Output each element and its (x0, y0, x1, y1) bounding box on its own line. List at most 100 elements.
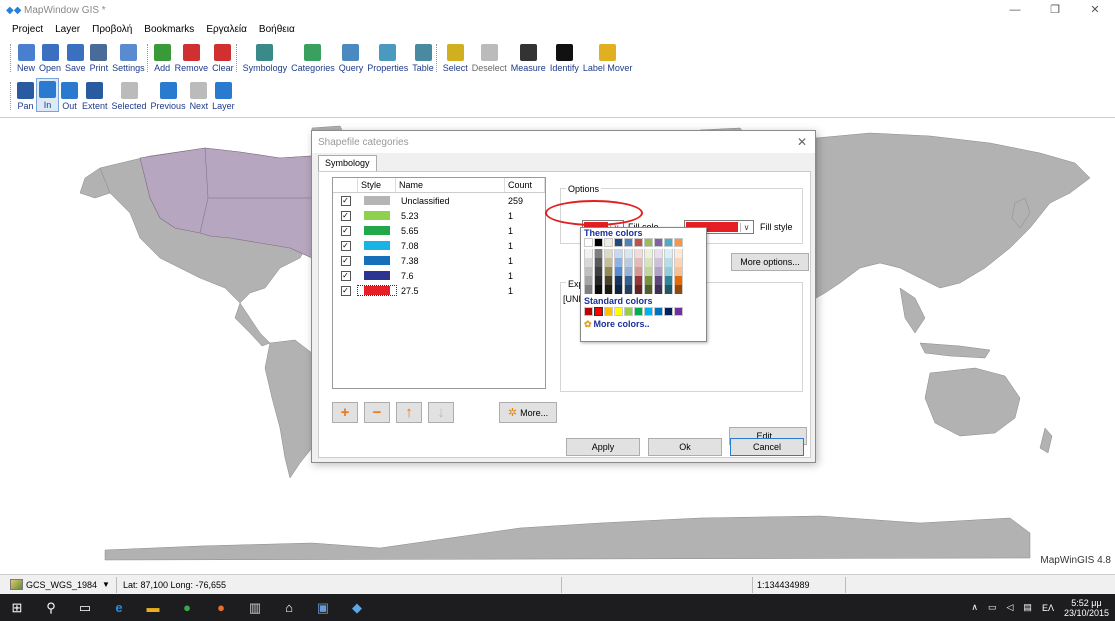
palette-color-cell[interactable] (664, 307, 673, 316)
tab-symbology[interactable]: Symbology (318, 155, 377, 172)
category-visible-checkbox[interactable]: ✓ (340, 210, 351, 221)
language-indicator[interactable]: ΕΛ (1042, 603, 1054, 613)
tb-settings-button[interactable]: Settings (110, 40, 147, 74)
palette-color-cell[interactable] (614, 258, 623, 267)
palette-color-cell[interactable] (584, 276, 593, 285)
category-row[interactable]: ✓ 27.5 1 (333, 283, 545, 298)
palette-color-cell[interactable] (604, 276, 613, 285)
category-row[interactable]: ✓ Unclassified 259 (333, 193, 545, 208)
palette-color-cell[interactable] (654, 276, 663, 285)
move-up-button[interactable]: ↑ (396, 402, 422, 423)
style-cell[interactable] (358, 271, 396, 280)
category-visible-checkbox[interactable]: ✓ (340, 285, 351, 296)
palette-color-cell[interactable] (634, 307, 643, 316)
tb-label-mover-button[interactable]: Label Mover (581, 40, 635, 74)
nav-next-button[interactable]: Next (188, 78, 211, 112)
palette-color-cell[interactable] (664, 249, 673, 258)
palette-color-cell[interactable] (584, 238, 593, 247)
notifications-icon[interactable]: ▤ (1023, 602, 1032, 613)
category-row[interactable]: ✓ 5.23 1 (333, 208, 545, 223)
palette-color-cell[interactable] (604, 238, 613, 247)
palette-color-cell[interactable] (614, 307, 623, 316)
palette-color-cell[interactable] (594, 249, 603, 258)
palette-color-cell[interactable] (614, 238, 623, 247)
nav-in-button[interactable]: In (36, 78, 59, 112)
style-cell[interactable] (357, 285, 397, 296)
projection-selector[interactable]: GCS_WGS_1984 ▼ (10, 576, 117, 593)
palette-color-cell[interactable] (624, 258, 633, 267)
category-row[interactable]: ✓ 5.65 1 (333, 223, 545, 238)
palette-color-cell[interactable] (674, 258, 683, 267)
palette-color-cell[interactable] (664, 285, 673, 294)
volume-icon[interactable]: ◁ (1007, 602, 1014, 613)
menu-view[interactable]: Προβολή (86, 24, 138, 35)
maximize-button[interactable]: ❐ (1035, 0, 1075, 21)
style-cell[interactable] (358, 226, 396, 235)
category-visible-checkbox[interactable]: ✓ (340, 255, 351, 266)
palette-color-cell[interactable] (584, 249, 593, 258)
palette-color-cell[interactable] (654, 238, 663, 247)
tb-new-button[interactable]: New (15, 40, 37, 74)
network-icon[interactable]: ▭ (988, 602, 997, 613)
clock[interactable]: 5:52 μμ 23/10/2015 (1064, 598, 1109, 618)
palette-color-cell[interactable] (644, 276, 653, 285)
palette-color-cell[interactable] (664, 258, 673, 267)
style-cell[interactable] (358, 256, 396, 265)
nav-pan-button[interactable]: Pan (15, 78, 36, 112)
toolbar-grip[interactable] (146, 44, 150, 72)
more-options-button[interactable]: More options... (731, 253, 809, 271)
palette-color-cell[interactable] (624, 285, 633, 294)
mapwindow-taskbar-icon[interactable]: ◆ (340, 594, 374, 621)
windows-start-icon[interactable]: ⊞ (0, 594, 34, 621)
dialog-close-icon[interactable]: ✕ (797, 135, 807, 149)
ok-button[interactable]: Ok (648, 438, 722, 456)
palette-color-cell[interactable] (674, 276, 683, 285)
palette-color-cell[interactable] (634, 249, 643, 258)
palette-color-cell[interactable] (644, 249, 653, 258)
move-down-button[interactable]: ↓ (428, 402, 454, 423)
palette-color-cell[interactable] (614, 267, 623, 276)
tb-save-button[interactable]: Save (63, 40, 88, 74)
close-button[interactable]: ✕ (1075, 0, 1115, 21)
category-visible-checkbox[interactable]: ✓ (340, 270, 351, 281)
palette-color-cell[interactable] (584, 258, 593, 267)
palette-color-cell[interactable] (654, 307, 663, 316)
category-row[interactable]: ✓ 7.38 1 (333, 253, 545, 268)
search-icon[interactable]: ⚲ (34, 594, 68, 621)
task-view-icon[interactable]: ▭ (68, 594, 102, 621)
palette-color-cell[interactable] (594, 276, 603, 285)
palette-color-cell[interactable] (624, 276, 633, 285)
minimize-button[interactable]: — (995, 0, 1035, 21)
tb-identify-button[interactable]: Identify (548, 40, 581, 74)
palette-color-cell[interactable] (674, 267, 683, 276)
col-header-name[interactable]: Name (396, 178, 505, 192)
palette-color-cell[interactable] (674, 285, 683, 294)
cancel-button[interactable]: Cancel (730, 438, 804, 456)
palette-color-cell[interactable] (624, 238, 633, 247)
more-button[interactable]: ✲ More... (499, 402, 557, 423)
toolbar-grip[interactable] (10, 82, 13, 110)
style-cell[interactable] (358, 211, 396, 220)
palette-color-cell[interactable] (594, 307, 603, 316)
palette-color-cell[interactable] (614, 276, 623, 285)
palette-color-cell[interactable] (594, 258, 603, 267)
tb-clear-button[interactable]: Clear (210, 40, 236, 74)
category-visible-checkbox[interactable]: ✓ (340, 195, 351, 206)
file-explorer-icon[interactable]: ▬ (136, 594, 170, 621)
nav-layer-button[interactable]: Layer (210, 78, 237, 112)
firefox-icon[interactable]: ● (204, 594, 238, 621)
palette-color-cell[interactable] (634, 238, 643, 247)
palette-color-cell[interactable] (634, 267, 643, 276)
tb-query-button[interactable]: Query (337, 40, 366, 74)
category-row[interactable]: ✓ 7.6 1 (333, 268, 545, 283)
nav-previous-button[interactable]: Previous (149, 78, 188, 112)
tb-properties-button[interactable]: Properties (365, 40, 410, 74)
palette-color-cell[interactable] (664, 238, 673, 247)
palette-color-cell[interactable] (614, 285, 623, 294)
palette-color-cell[interactable] (654, 258, 663, 267)
tb-symbology-button[interactable]: Symbology (241, 40, 290, 74)
palette-color-cell[interactable] (624, 307, 633, 316)
category-visible-checkbox[interactable]: ✓ (340, 240, 351, 251)
palette-color-cell[interactable] (594, 238, 603, 247)
palette-color-cell[interactable] (674, 307, 683, 316)
